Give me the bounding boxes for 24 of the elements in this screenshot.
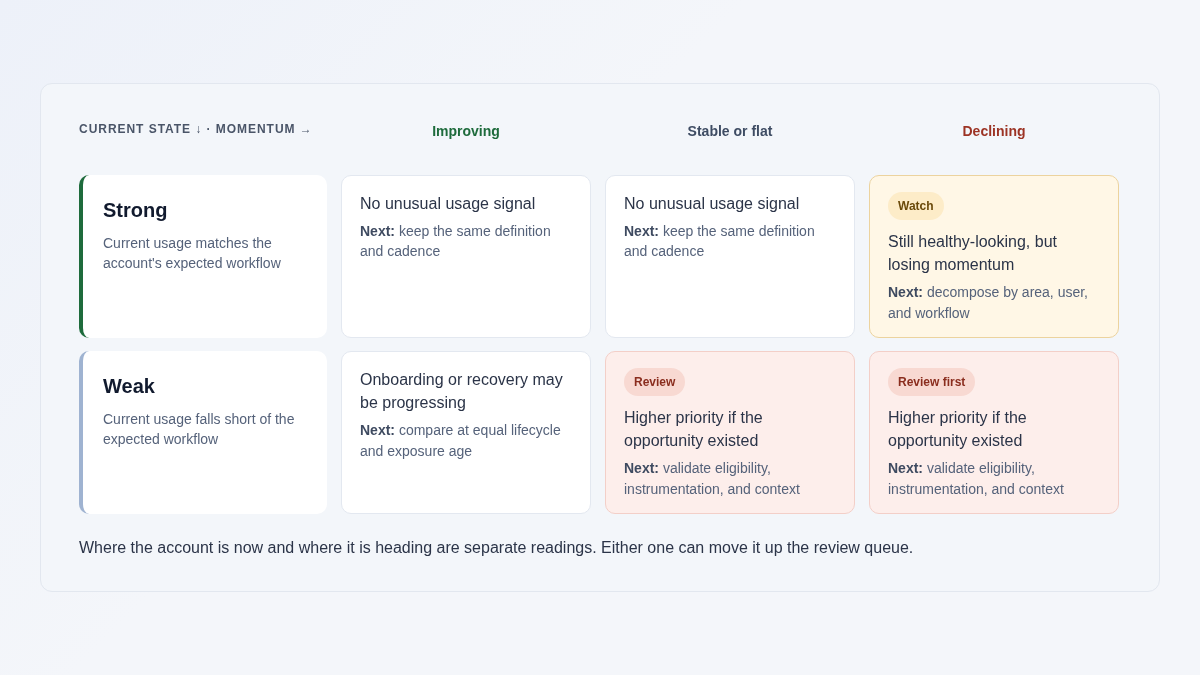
cell-text: No unusual usage signal (624, 194, 801, 214)
column-heading: Stable or flat (686, 122, 774, 141)
next-step-text: Next: decompose by area, user, and workflow (888, 283, 1089, 323)
cell-text: No unusual usage signal (360, 194, 537, 214)
cell-text: Higher priority if the opportunity existed (888, 408, 1028, 452)
status-pill: Review first (888, 368, 976, 396)
next-step-text: Next: validate eligibility, instrumentation, and context (624, 459, 801, 499)
cell-text: Higher priority if the opportunity existed (624, 408, 764, 452)
axis-label: CURRENT STATE ↓ · MOMENTUM → (79, 121, 314, 138)
row-description: Current usage falls short of the expected workflow (103, 410, 296, 450)
status-pill: Review (624, 368, 686, 396)
cell-text: Onboarding or recovery may be progressing (360, 370, 564, 414)
row-title: Strong (103, 198, 169, 223)
next-step-text: Next: keep the same definition and cadence (624, 222, 816, 262)
row-description: Current usage matches the account's expected workflow (103, 234, 282, 274)
column-heading: Declining (961, 122, 1027, 141)
next-step-text: Next: compare at equal lifecycle and exposure age (360, 421, 562, 461)
cell-text: Still healthy-looking, but losing momentum (888, 232, 1058, 276)
column-heading: Improving (431, 122, 501, 141)
next-step-text: Next: validate eligibility, instrumentation, and context (888, 459, 1065, 499)
footnote: Where the account is now and where it is heading are separate readings. Either one can move it up the review queue. (79, 538, 915, 558)
next-step-text: Next: keep the same definition and cadence (360, 222, 552, 262)
status-pill: Watch (888, 192, 944, 220)
row-title: Weak (103, 374, 156, 399)
